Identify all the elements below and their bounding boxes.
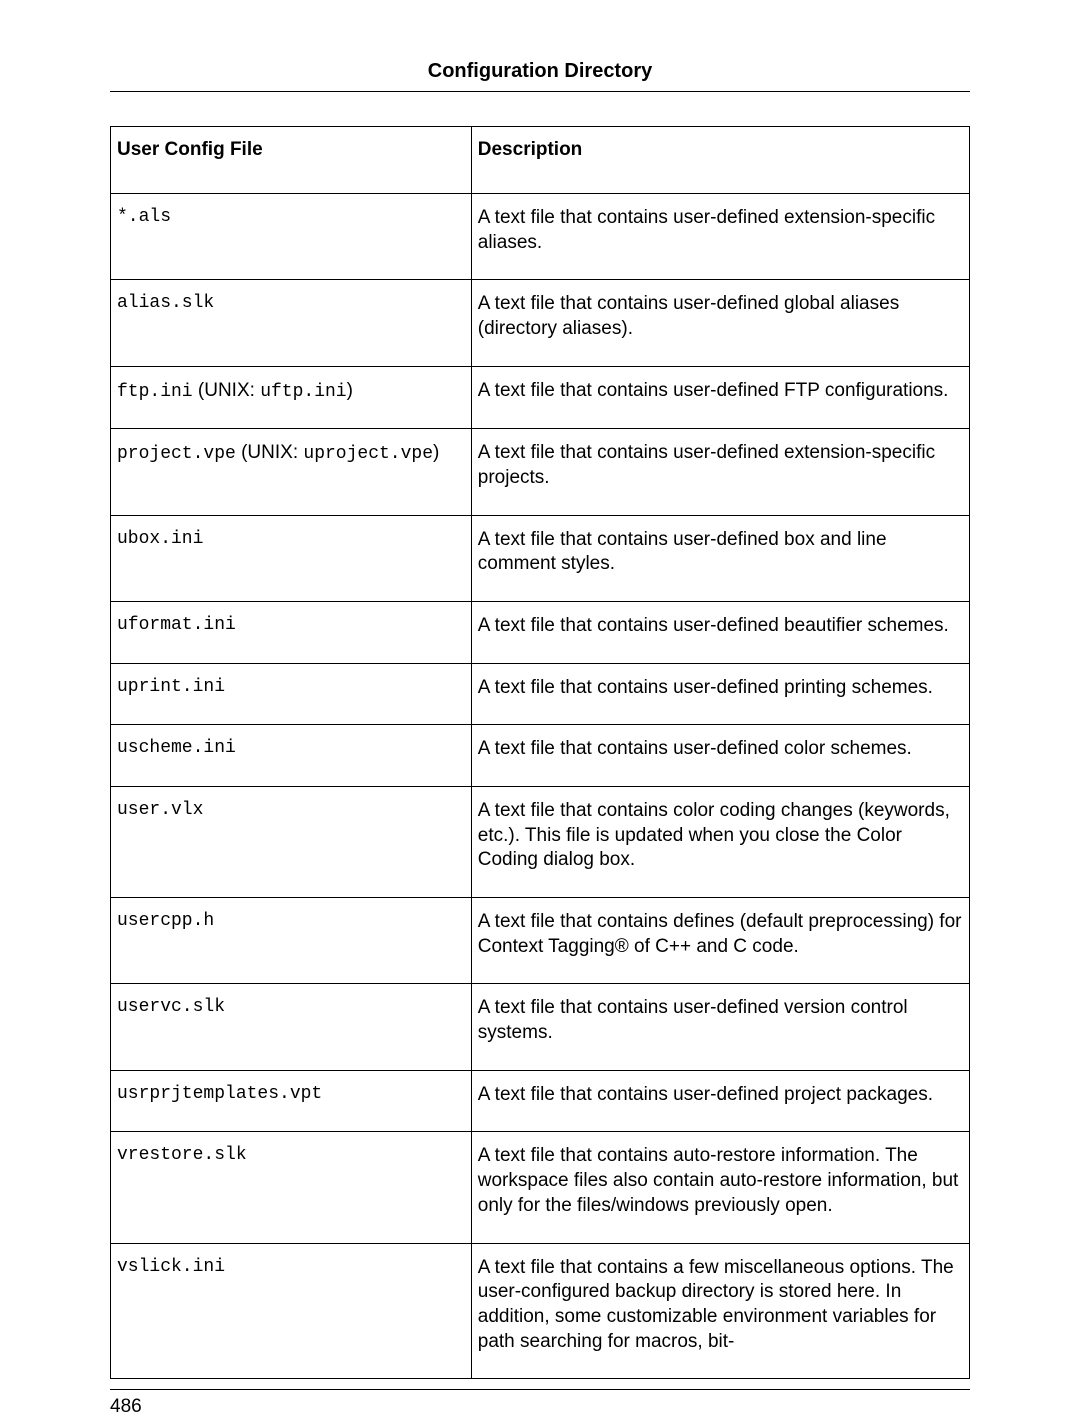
table-row: user.vlx A text file that contains color … <box>111 786 970 897</box>
file-name: user.vlx <box>117 800 203 820</box>
file-name: usercpp.h <box>117 911 214 931</box>
file-cell: user.vlx <box>111 786 472 897</box>
desc-cell: A text file that contains color coding c… <box>471 786 969 897</box>
file-cell: uservc.slk <box>111 984 472 1070</box>
desc-cell: A text file that contains user-defined g… <box>471 280 969 366</box>
unix-label: (UNIX: <box>236 442 304 463</box>
table-header-row: User Config File Description <box>111 127 970 194</box>
unix-close: ) <box>433 442 439 463</box>
table-row: *.als A text file that contains user-defi… <box>111 194 970 280</box>
file-cell: uscheme.ini <box>111 725 472 787</box>
table-row: vslick.ini A text file that contains a fe… <box>111 1243 970 1379</box>
file-cell: usrprjtemplates.vpt <box>111 1070 472 1132</box>
page-header: Configuration Directory <box>110 60 970 92</box>
table-row: uformat.ini A text file that contains use… <box>111 601 970 663</box>
file-name: uservc.slk <box>117 997 225 1017</box>
desc-cell: A text file that contains auto-restore i… <box>471 1132 969 1243</box>
page-number: 486 <box>110 1396 142 1417</box>
desc-cell: A text file that contains user-defined e… <box>471 194 969 280</box>
page-title: Configuration Directory <box>428 60 652 82</box>
unix-label: (UNIX: <box>193 380 261 401</box>
config-table: User Config File Description *.als A text… <box>110 126 970 1379</box>
file-name: *.als <box>117 207 171 227</box>
desc-cell: A text file that contains user-defined F… <box>471 366 969 428</box>
file-name: project.vpe <box>117 444 236 464</box>
desc-cell: A text file that contains user-defined p… <box>471 1070 969 1132</box>
file-cell: alias.slk <box>111 280 472 366</box>
file-name: uscheme.ini <box>117 738 236 758</box>
file-cell: vslick.ini <box>111 1243 472 1379</box>
file-name: ubox.ini <box>117 529 203 549</box>
file-cell: vrestore.slk <box>111 1132 472 1243</box>
table-row: alias.slk A text file that contains user-… <box>111 280 970 366</box>
table-row: vrestore.slk A text file that contains au… <box>111 1132 970 1243</box>
unix-file-name: uproject.vpe <box>303 444 433 464</box>
desc-cell: A text file that contains user-defined b… <box>471 601 969 663</box>
file-name: ftp.ini <box>117 382 193 402</box>
table-row: ubox.ini A text file that contains user-d… <box>111 515 970 601</box>
file-name: uformat.ini <box>117 615 236 635</box>
file-cell: *.als <box>111 194 472 280</box>
table-row: uscheme.ini A text file that contains use… <box>111 725 970 787</box>
file-cell: ftp.ini (UNIX: uftp.ini) <box>111 366 472 428</box>
table-row: usrprjtemplates.vpt A text file that cont… <box>111 1070 970 1132</box>
file-cell: ubox.ini <box>111 515 472 601</box>
file-cell: usercpp.h <box>111 898 472 984</box>
file-name: alias.slk <box>117 293 214 313</box>
file-name: vslick.ini <box>117 1257 225 1277</box>
table-row: uprint.ini A text file that contains user… <box>111 663 970 725</box>
table-row: ftp.ini (UNIX: uftp.ini)A text file that… <box>111 366 970 428</box>
desc-cell: A text file that contains user-defined c… <box>471 725 969 787</box>
col-header-file: User Config File <box>111 127 472 194</box>
file-cell: uprint.ini <box>111 663 472 725</box>
desc-cell: A text file that contains defines (defau… <box>471 898 969 984</box>
file-cell: uformat.ini <box>111 601 472 663</box>
unix-file-name: uftp.ini <box>260 382 346 402</box>
file-name: uprint.ini <box>117 677 225 697</box>
desc-cell: A text file that contains user-defined p… <box>471 663 969 725</box>
file-cell: project.vpe (UNIX: uproject.vpe) <box>111 429 472 515</box>
file-name: usrprjtemplates.vpt <box>117 1084 322 1104</box>
file-name: vrestore.slk <box>117 1145 247 1165</box>
desc-cell: A text file that contains user-defined e… <box>471 429 969 515</box>
page-footer: 486 <box>110 1389 970 1418</box>
desc-cell: A text file that contains user-defined v… <box>471 984 969 1070</box>
desc-cell: A text file that contains a few miscella… <box>471 1243 969 1379</box>
table-row: project.vpe (UNIX: uproject.vpe)A text f… <box>111 429 970 515</box>
desc-cell: A text file that contains user-defined b… <box>471 515 969 601</box>
table-row: usercpp.h A text file that contains defin… <box>111 898 970 984</box>
col-header-desc: Description <box>471 127 969 194</box>
table-row: uservc.slk A text file that contains user… <box>111 984 970 1070</box>
table-body: *.als A text file that contains user-defi… <box>111 194 970 1379</box>
unix-close: ) <box>347 380 353 401</box>
